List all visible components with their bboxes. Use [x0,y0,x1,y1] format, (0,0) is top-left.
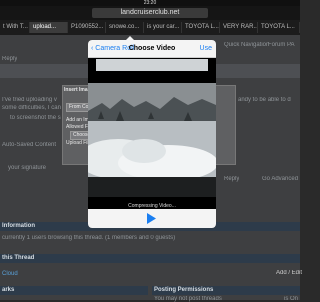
address-bar[interactable]: landcruiserclub.net [92,8,208,18]
use-button[interactable]: Use [200,43,212,54]
play-icon[interactable] [144,212,158,225]
browser-tab[interactable]: VERY RAR... [220,22,258,33]
post-text-line3: to screenshot the s [10,115,61,121]
browser-tab[interactable]: TOYOTA L... [258,22,300,33]
chevron-left-icon: ‹ [91,45,94,52]
browser-tab[interactable]: is your car... [144,22,182,33]
permissions-text: You may not post threads [154,296,222,302]
tag-cloud-link[interactable]: Cloud [2,270,62,279]
post-text-line2: some difficulties, I can [2,105,61,111]
permissions-text-end: is On [284,296,299,302]
browser-tab[interactable]: P1090552... [68,22,106,33]
editor-toolbar-right [216,64,300,78]
go-advanced-button[interactable]: Go Advanced [262,176,298,182]
video-preview [88,59,216,217]
posting-permissions-header: Posting Permissions [152,286,300,295]
popover-title: Choose Video [128,45,176,52]
add-edit-button[interactable]: Add / Edit [276,270,302,276]
post-text-line1-end: andy to be able to d [238,97,291,103]
signature-checkbox-label[interactable]: your signature [8,165,46,171]
reply-button[interactable]: Reply [224,176,239,182]
quick-nav[interactable]: Quick Navigation [224,42,269,48]
bookmarks-header: arks [0,286,148,295]
this-thread-header: this Thread [0,254,300,263]
browser-tab[interactable]: TOYOTA L... [182,22,220,33]
reply-label: Reply [2,56,18,62]
browsing-text: currently 1 users browsing this thread. … [2,235,176,241]
post-text-line1: I've tried uploading v [2,97,57,103]
browser-tab-active[interactable]: upload... [30,22,68,33]
upload-files-text: Upload Fil [66,140,89,146]
browser-tab[interactable]: snowe.co... [106,22,144,33]
allowed-files-text: Allowed Fil [66,124,91,130]
snow-scene-image [88,59,216,217]
dialog-title: Insert Ima [64,87,88,93]
editor-toolbar [0,64,88,78]
autosaved-button[interactable]: Auto-Saved Content [2,142,56,148]
video-picker-popover: ‹ Camera Roll Choose Video Use Compressi… [88,40,216,228]
forum-nav[interactable]: Forum PA [268,42,295,48]
browser-tab[interactable]: t With T... [0,22,30,33]
